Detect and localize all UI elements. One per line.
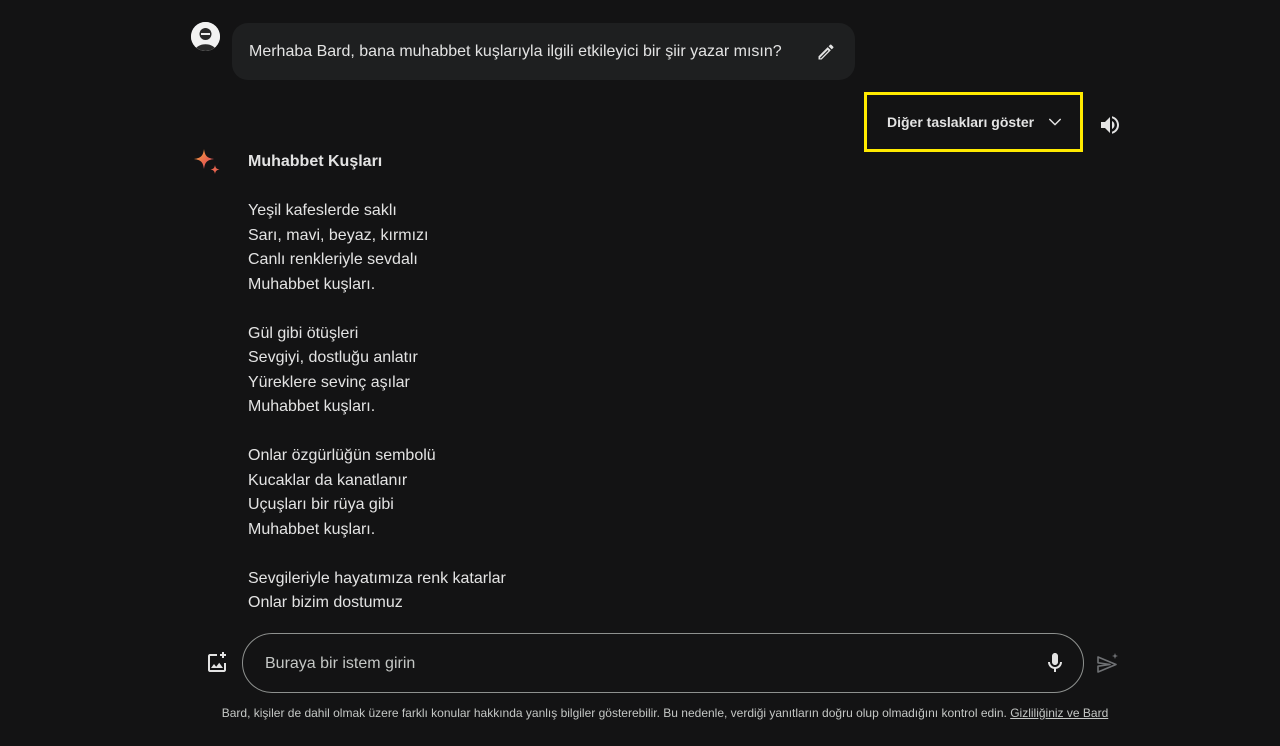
poem-line: Kucaklar da kanatlanır	[248, 471, 408, 489]
poem-line: Uçuşları bir rüya gibi	[248, 496, 394, 513]
user-prompt-text: Merhaba Bard, bana muhabbet kuşlarıyla i…	[249, 42, 782, 60]
user-avatar[interactable]	[191, 22, 220, 51]
poem-line: Onlar bizim dostumuz	[248, 594, 403, 611]
poem-line: Gül gibi ötüşleri	[248, 324, 359, 342]
poem-line: Sarı, mavi, beyaz, kırmızı	[248, 226, 429, 244]
disclaimer: Bard, kişiler de dahil olmak üzere farkl…	[200, 705, 1130, 722]
pencil-icon[interactable]	[815, 41, 837, 63]
bard-chat-page: Merhaba Bard, bana muhabbet kuşlarıyla i…	[0, 0, 1280, 746]
poem-line: Muhabbet kuşları.	[248, 398, 376, 415]
poem-stanza: Gül gibi ötüşleri Sevgiyi, dostluğu anla…	[248, 322, 848, 420]
poem-line: Onlar özgürlüğün sembolü	[248, 447, 436, 464]
bard-response: Muhabbet Kuşları Yeşil kafeslerde saklı …	[248, 150, 848, 640]
poem-line: Sevgileriyle hayatımıza renk katarlar	[248, 569, 506, 587]
show-drafts-label: Diğer taslakları göster	[887, 114, 1035, 130]
user-prompt-bubble: Merhaba Bard, bana muhabbet kuşlarıyla i…	[232, 23, 855, 80]
bard-sparkle-icon	[193, 148, 223, 178]
speaker-icon[interactable]	[1098, 113, 1122, 137]
poem-line: Sevgiyi, dostluğu anlatır	[248, 349, 418, 366]
chevron-down-icon	[1046, 113, 1064, 131]
poem-line: Muhabbet kuşları.	[248, 275, 376, 293]
poem-line: Canlı renkleriyle sevdalı	[248, 251, 418, 268]
privacy-link[interactable]: Gizliliğiniz ve Bard	[1010, 706, 1108, 720]
poem-title: Muhabbet Kuşları	[248, 153, 383, 170]
prompt-input-box[interactable]	[242, 633, 1084, 694]
disclaimer-text: Bard, kişiler de dahil olmak üzere farkl…	[221, 706, 1007, 720]
microphone-icon[interactable]	[1043, 651, 1067, 675]
poem-stanza: Sevgileriyle hayatımıza renk katarlar On…	[248, 567, 848, 616]
poem-line: Muhabbet kuşları.	[248, 520, 376, 538]
image-upload-icon[interactable]	[205, 651, 229, 675]
send-icon[interactable]	[1095, 651, 1121, 677]
poem-line: Yeşil kafeslerde saklı	[248, 202, 397, 219]
poem-stanza: Yeşil kafeslerde saklı Sarı, mavi, beyaz…	[248, 199, 848, 297]
poem-stanza: Onlar özgürlüğün sembolü Kucaklar da kan…	[248, 444, 848, 542]
prompt-input[interactable]	[263, 634, 1027, 694]
show-drafts-button[interactable]: Diğer taslakları göster	[867, 95, 1080, 149]
poem-line: Yüreklere sevinç aşılar	[248, 373, 410, 391]
